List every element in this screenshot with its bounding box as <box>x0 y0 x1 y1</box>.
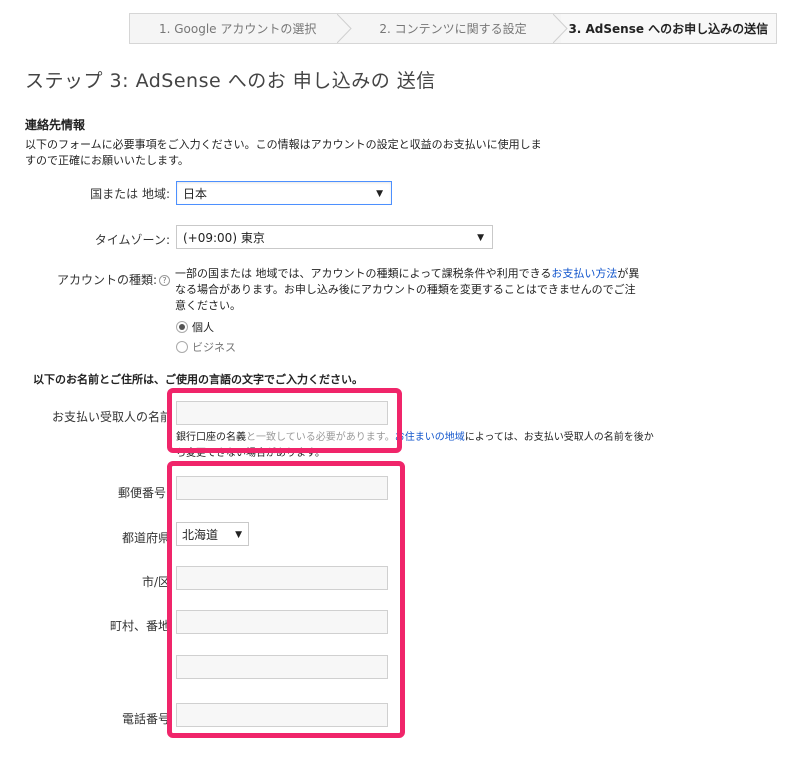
contact-intro: 以下のフォームに必要事項をご入力ください。この情報はアカウントの設定と収益のお支… <box>25 138 542 167</box>
radio-checked-icon[interactable] <box>176 321 188 333</box>
name-address-heading: 以下のお名前とご住所は、ご使用の言語の文字でご入力ください。 <box>33 373 363 386</box>
timezone-select[interactable]: (+09:00) 東京 ▼ <box>176 225 493 249</box>
page-title: ステップ 3: AdSense へのお 申し込みの 送信 <box>25 70 436 92</box>
step-2-label: 2. コンテンツに関する設定 <box>379 22 527 36</box>
radio-business[interactable]: ビジネス <box>176 339 236 355</box>
country-label: 国または 地域: <box>90 187 170 201</box>
account-type-label: アカウントの種類: <box>56 273 157 287</box>
contact-heading: 連絡先情報 <box>25 118 86 132</box>
radio-business-label: ビジネス <box>192 341 236 354</box>
dropdown-arrow-icon: ▼ <box>376 189 383 199</box>
region-link[interactable]: お住まいの地域 <box>395 432 465 443</box>
radio-unchecked-icon[interactable] <box>176 341 188 353</box>
dropdown-arrow-icon: ▼ <box>477 233 484 243</box>
postal-label: 郵便番号: <box>117 486 170 500</box>
step-3-active: 3. AdSense へのお申し込みの送信 <box>560 14 776 43</box>
highlight-payee-box <box>167 388 402 453</box>
step-1: 1. Google アカウントの選択 <box>130 14 353 43</box>
help-icon[interactable]: ? <box>159 275 170 286</box>
prefecture-label: 都道府県 <box>121 531 170 545</box>
progress-stepper: 1. Google アカウントの選択 2. コンテンツに関する設定 3. AdS… <box>129 13 777 44</box>
highlight-address-box <box>167 461 405 738</box>
chevron-right-icon <box>552 14 569 43</box>
radio-individual[interactable]: 個人 <box>176 319 214 335</box>
timezone-value: (+09:00) 東京 <box>183 230 265 245</box>
chevron-right-icon <box>337 14 353 43</box>
radio-individual-label: 個人 <box>192 321 214 334</box>
payee-label: お支払い受取人の名前 <box>51 410 172 424</box>
city-label: 市/区 <box>141 575 170 589</box>
account-type-label-group: アカウントの種類:? <box>40 271 170 288</box>
phone-label: 電話番号 <box>121 712 170 726</box>
timezone-label: タイムゾーン: <box>94 233 170 247</box>
payment-method-link[interactable]: お支払い方法 <box>551 267 617 280</box>
account-desc-text: 一部の国または 地域では、アカウントの種類によって課税条件や利用できる <box>175 267 552 280</box>
step-3-label: 3. AdSense へのお申し込みの送信 <box>568 22 769 36</box>
account-type-description: 一部の国または 地域では、アカウントの種類によって課税条件や利用できるお支払い方… <box>175 266 645 314</box>
country-value: 日本 <box>183 186 208 201</box>
street-label: 町村、番地 <box>109 619 170 633</box>
country-select[interactable]: 日本 ▼ <box>176 181 392 205</box>
step-2: 2. コンテンツに関する設定 <box>345 14 568 43</box>
step-1-label: 1. Google アカウントの選択 <box>158 22 317 36</box>
